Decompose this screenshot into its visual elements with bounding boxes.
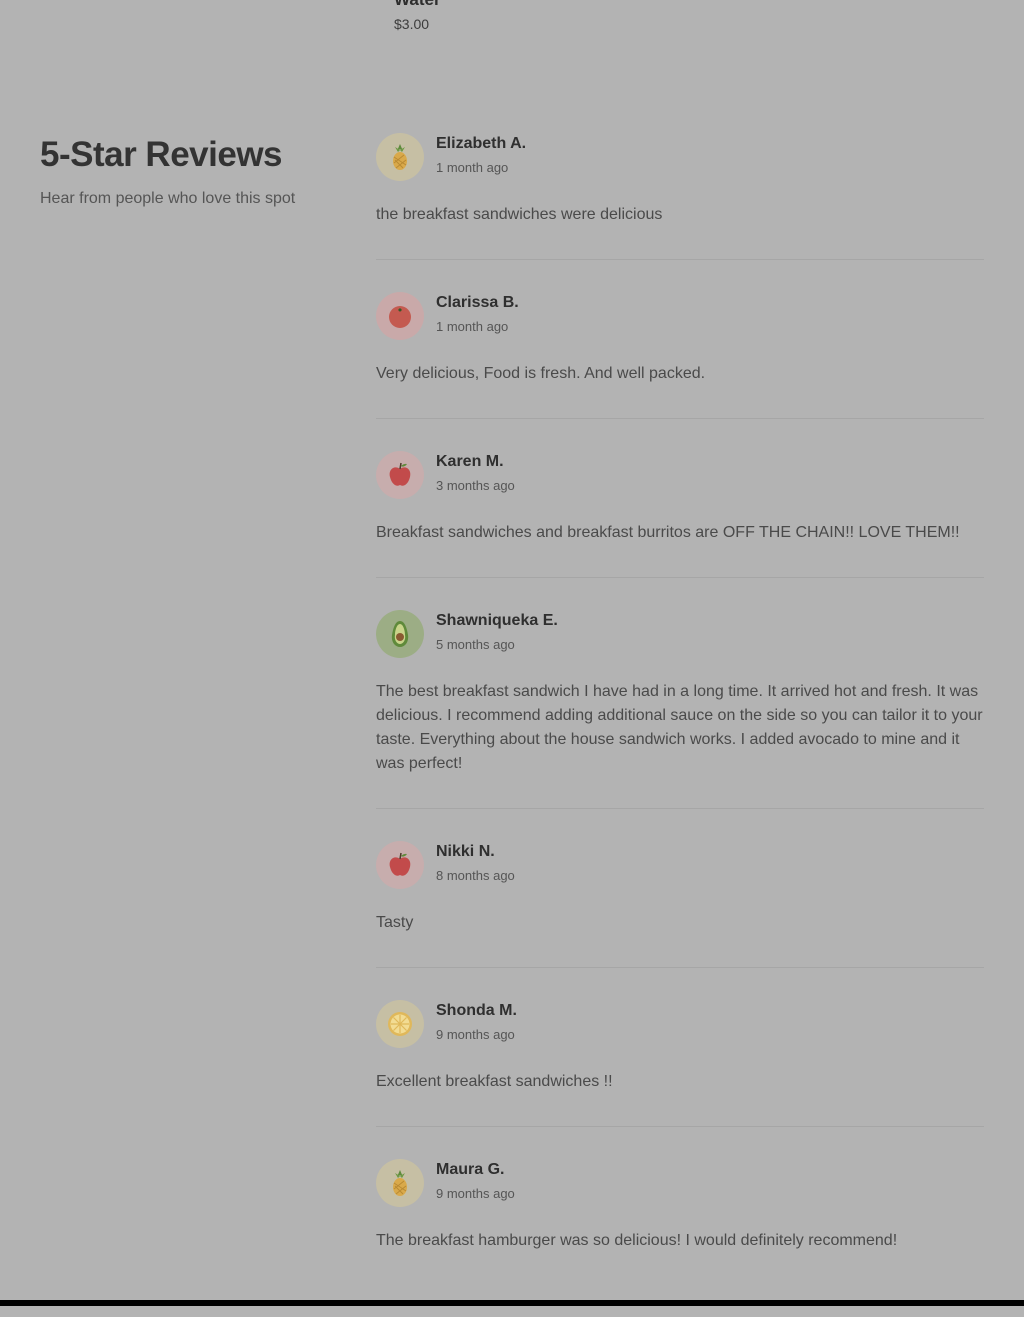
avatar	[376, 451, 424, 499]
avatar	[376, 1000, 424, 1048]
review-header: Clarissa B. 1 month ago	[376, 292, 984, 340]
reviewer-name: Shonda M.	[436, 1002, 517, 1019]
reviewer-name: Elizabeth A.	[436, 135, 527, 152]
apple-icon	[385, 460, 415, 490]
review-card: Shonda M. 9 months ago Excellent breakfast…	[376, 1000, 984, 1127]
reviewer-name: Clarissa B.	[436, 294, 519, 311]
review-meta: Nikki N. 8 months ago	[436, 841, 515, 883]
reviews-intro: 5-Star Reviews Hear from people who love…	[40, 134, 340, 208]
review-header: Shawniqueka E. 5 months ago	[376, 610, 984, 658]
menu-item-price: $3.00	[394, 16, 430, 32]
review-date: 1 month ago	[436, 160, 509, 175]
review-header: Nikki N. 8 months ago	[376, 841, 984, 889]
lemon-slice-icon	[385, 1009, 415, 1039]
reviewer-name: Shawniqueka E.	[436, 612, 558, 629]
review-meta: Clarissa B. 1 month ago	[436, 292, 519, 334]
review-meta: Shonda M. 9 months ago	[436, 1000, 517, 1042]
review-meta: Maura G. 9 months ago	[436, 1159, 515, 1201]
avatar	[376, 133, 424, 181]
menu-item-water[interactable]: Water $3.00	[394, 0, 441, 32]
reviewer-name: Karen M.	[436, 453, 504, 470]
review-text: Breakfast sandwiches and breakfast burri…	[376, 524, 960, 541]
review-text: Excellent breakfast sandwiches !!	[376, 1073, 613, 1090]
review-date: 1 month ago	[436, 319, 509, 334]
review-text: The best breakfast sandwich I have had i…	[376, 683, 983, 772]
review-meta: Elizabeth A. 1 month ago	[436, 133, 526, 175]
reviews-list: Elizabeth A. 1 month ago the breakfast san…	[376, 133, 984, 1317]
tomato-icon	[385, 301, 415, 331]
review-card: Nikki N. 8 months ago Tasty	[376, 841, 984, 968]
review-date: 5 months ago	[436, 637, 515, 652]
review-card: Elizabeth A. 1 month ago the breakfast san…	[376, 133, 984, 260]
reviews-title: 5-Star Reviews	[40, 135, 283, 174]
review-text: the breakfast sandwiches were delicious	[376, 206, 663, 223]
review-date: 3 months ago	[436, 478, 515, 493]
bottom-bar	[0, 1300, 1024, 1306]
review-card: Clarissa B. 1 month ago Very delicious, Fo…	[376, 292, 984, 419]
review-header: Maura G. 9 months ago	[376, 1159, 984, 1207]
review-text: The breakfast hamburger was so delicious…	[376, 1232, 898, 1249]
avatar	[376, 610, 424, 658]
avatar	[376, 1159, 424, 1207]
avatar	[376, 292, 424, 340]
review-header: Elizabeth A. 1 month ago	[376, 133, 984, 181]
review-date: 8 months ago	[436, 868, 515, 883]
pineapple-icon	[385, 142, 415, 172]
review-date: 9 months ago	[436, 1027, 515, 1042]
review-meta: Shawniqueka E. 5 months ago	[436, 610, 558, 652]
avocado-icon	[385, 619, 415, 649]
review-header: Shonda M. 9 months ago	[376, 1000, 984, 1048]
pineapple-icon	[385, 1168, 415, 1198]
apple-icon	[385, 850, 415, 880]
menu-item-name: Water	[394, 0, 441, 12]
review-card: Maura G. 9 months ago The breakfast hambur…	[376, 1159, 984, 1285]
review-card: Karen M. 3 months ago Breakfast sandwiches…	[376, 451, 984, 578]
review-text: Very delicious, Food is fresh. And well …	[376, 365, 706, 382]
reviews-subtitle: Hear from people who love this spot	[40, 190, 296, 207]
review-card: Shawniqueka E. 5 months ago The best break…	[376, 610, 984, 809]
avatar	[376, 841, 424, 889]
review-date: 9 months ago	[436, 1186, 515, 1201]
reviewer-name: Nikki N.	[436, 843, 495, 860]
review-header: Karen M. 3 months ago	[376, 451, 984, 499]
review-text: Tasty	[376, 914, 414, 931]
review-meta: Karen M. 3 months ago	[436, 451, 515, 493]
reviewer-name: Maura G.	[436, 1161, 505, 1178]
